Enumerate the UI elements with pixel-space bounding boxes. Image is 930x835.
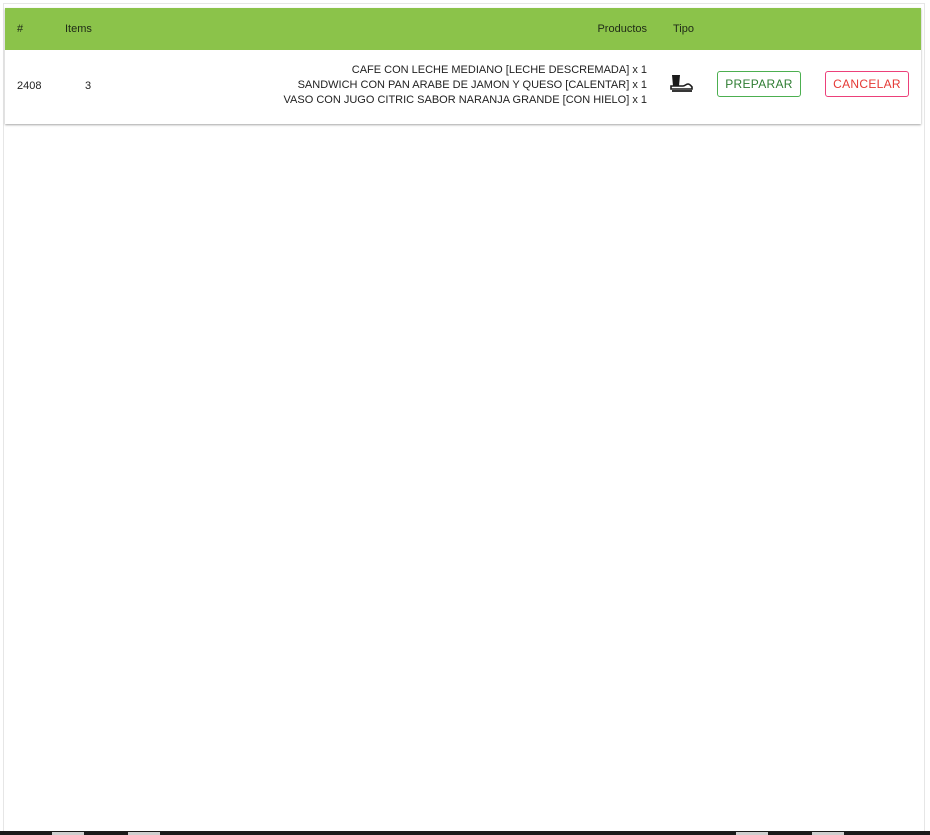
header-items: Items [65, 23, 92, 35]
product-line: SANDWICH CON PAN ARABE DE JAMON Y QUESO … [297, 79, 647, 91]
takeaway-food-icon [670, 74, 694, 94]
order-items-count: 3 [85, 80, 92, 92]
order-products: CAFE CON LECHE MEDIANO [LECHE DESCREMADA… [284, 63, 647, 108]
orders-table: # Items Productos Tipo 2408 3 CAFE CON L… [5, 8, 921, 124]
header-products: Productos [597, 23, 647, 35]
cancel-button[interactable]: CANCELAR [825, 71, 909, 97]
window-bottom-edge [0, 831, 930, 835]
product-line: CAFE CON LECHE MEDIANO [LECHE DESCREMADA… [351, 64, 647, 76]
order-number: 2408 [17, 80, 42, 92]
orders-panel: # Items Productos Tipo 2408 3 CAFE CON L… [3, 3, 925, 833]
table-row: 2408 3 CAFE CON LECHE MEDIANO [LECHE DES… [5, 50, 921, 120]
header-type: Tipo [673, 23, 694, 35]
table-header: # Items Productos Tipo [5, 8, 921, 50]
product-line: VASO CON JUGO CITRIC SABOR NARANJA GRAND… [283, 94, 647, 106]
prepare-button[interactable]: PREPARAR [717, 71, 801, 97]
header-number: # [17, 23, 24, 35]
